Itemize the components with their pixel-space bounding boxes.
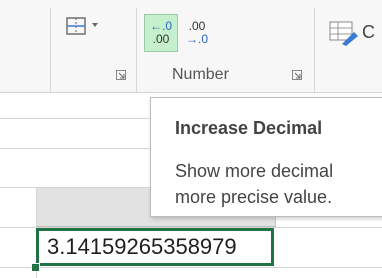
borders-button[interactable] (60, 12, 104, 40)
decrease-decimal-button[interactable]: .00 →.0 (180, 14, 214, 52)
conditional-formatting-button[interactable]: C (328, 14, 382, 50)
number-group-label: Number (172, 66, 229, 83)
conditional-formatting-icon (329, 21, 358, 46)
group-separator (314, 8, 315, 92)
group-separator (136, 8, 137, 92)
conditional-formatting-label: C (362, 21, 375, 42)
alignment-dialog-launcher-icon[interactable] (116, 70, 126, 80)
formula-bar-bottom-border (0, 148, 150, 149)
borders-icon (66, 17, 98, 35)
ribbon: ←.0 .00 .00 →.0 Number C (0, 0, 382, 93)
increase-decimal-bottom-label: .00 (152, 32, 170, 46)
fill-handle[interactable] (31, 263, 40, 272)
tooltip-title: Increase Decimal (175, 118, 323, 138)
increase-decimal-tooltip: Increase Decimal Show more decimal more … (150, 97, 382, 217)
decrease-decimal-bottom-label: →.0 (185, 32, 208, 46)
tooltip-line-2: more precise value. (175, 187, 333, 207)
increase-decimal-button[interactable]: ←.0 .00 (144, 14, 178, 52)
number-format-dialog-launcher-icon[interactable] (292, 70, 302, 80)
group-separator (50, 8, 51, 92)
row-gridline (0, 267, 382, 268)
tooltip-description: Show more decimal more precise value. (175, 158, 333, 210)
active-cell[interactable]: 3.14159265358979 (36, 228, 274, 266)
tooltip-line-1: Show more decimal (175, 161, 334, 181)
